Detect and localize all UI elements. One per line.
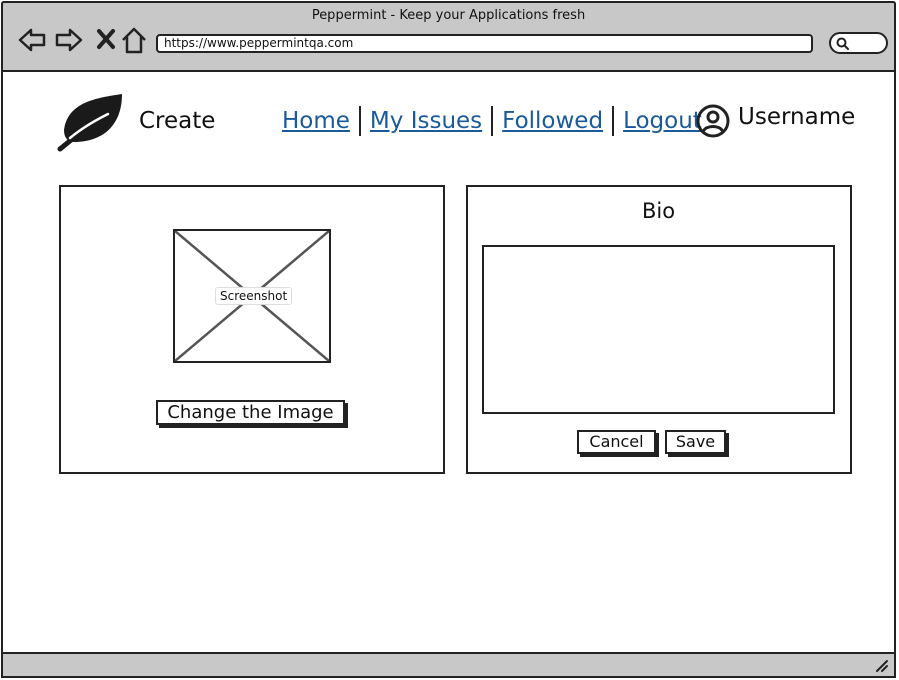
nav-divider (491, 106, 494, 136)
user-avatar-icon[interactable] (696, 104, 730, 138)
save-button[interactable]: Save (665, 430, 726, 454)
nav-divider (358, 106, 361, 136)
cancel-button[interactable]: Cancel (577, 430, 656, 454)
bio-textarea[interactable] (482, 245, 835, 414)
nav-divider (612, 106, 615, 136)
nav-link-my-issues[interactable]: My Issues (368, 108, 484, 134)
change-image-button[interactable]: Change the Image (156, 400, 345, 425)
window-title: Peppermint - Keep your Applications fres… (311, 8, 586, 23)
image-placeholder-label: Screenshot (215, 287, 293, 305)
home-icon[interactable] (119, 25, 149, 55)
search-icon (836, 37, 849, 50)
forward-arrow-icon[interactable] (54, 25, 84, 55)
browser-status-bar (1, 652, 896, 678)
nav-link-logout[interactable]: Logout (621, 108, 704, 134)
back-arrow-icon[interactable] (17, 25, 47, 55)
resize-grip-icon[interactable] (875, 659, 889, 673)
peppermint-leaf-logo-icon[interactable] (56, 92, 126, 152)
browser-search-field[interactable] (829, 32, 888, 54)
main-nav: Home My Issues Followed Logout (280, 103, 704, 139)
bio-heading: Bio (641, 199, 676, 223)
browser-titlebar: Peppermint - Keep your Applications fres… (1, 1, 896, 72)
stop-icon[interactable] (91, 25, 121, 55)
address-bar[interactable]: https://www.peppermintqa.com (156, 34, 813, 53)
nav-link-home[interactable]: Home (280, 108, 352, 134)
screenshot-image-placeholder: Screenshot (173, 229, 331, 363)
nav-link-followed[interactable]: Followed (500, 108, 605, 134)
page-title: Create (139, 108, 216, 134)
username-label[interactable]: Username (738, 104, 855, 130)
